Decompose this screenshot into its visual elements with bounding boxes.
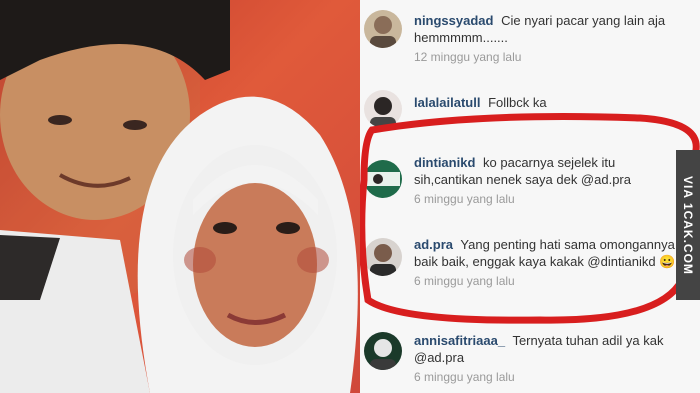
selfie-photo [0,0,360,393]
watermark: VIA 1CAK.COM [676,150,700,300]
highlight-ellipse [360,113,700,324]
